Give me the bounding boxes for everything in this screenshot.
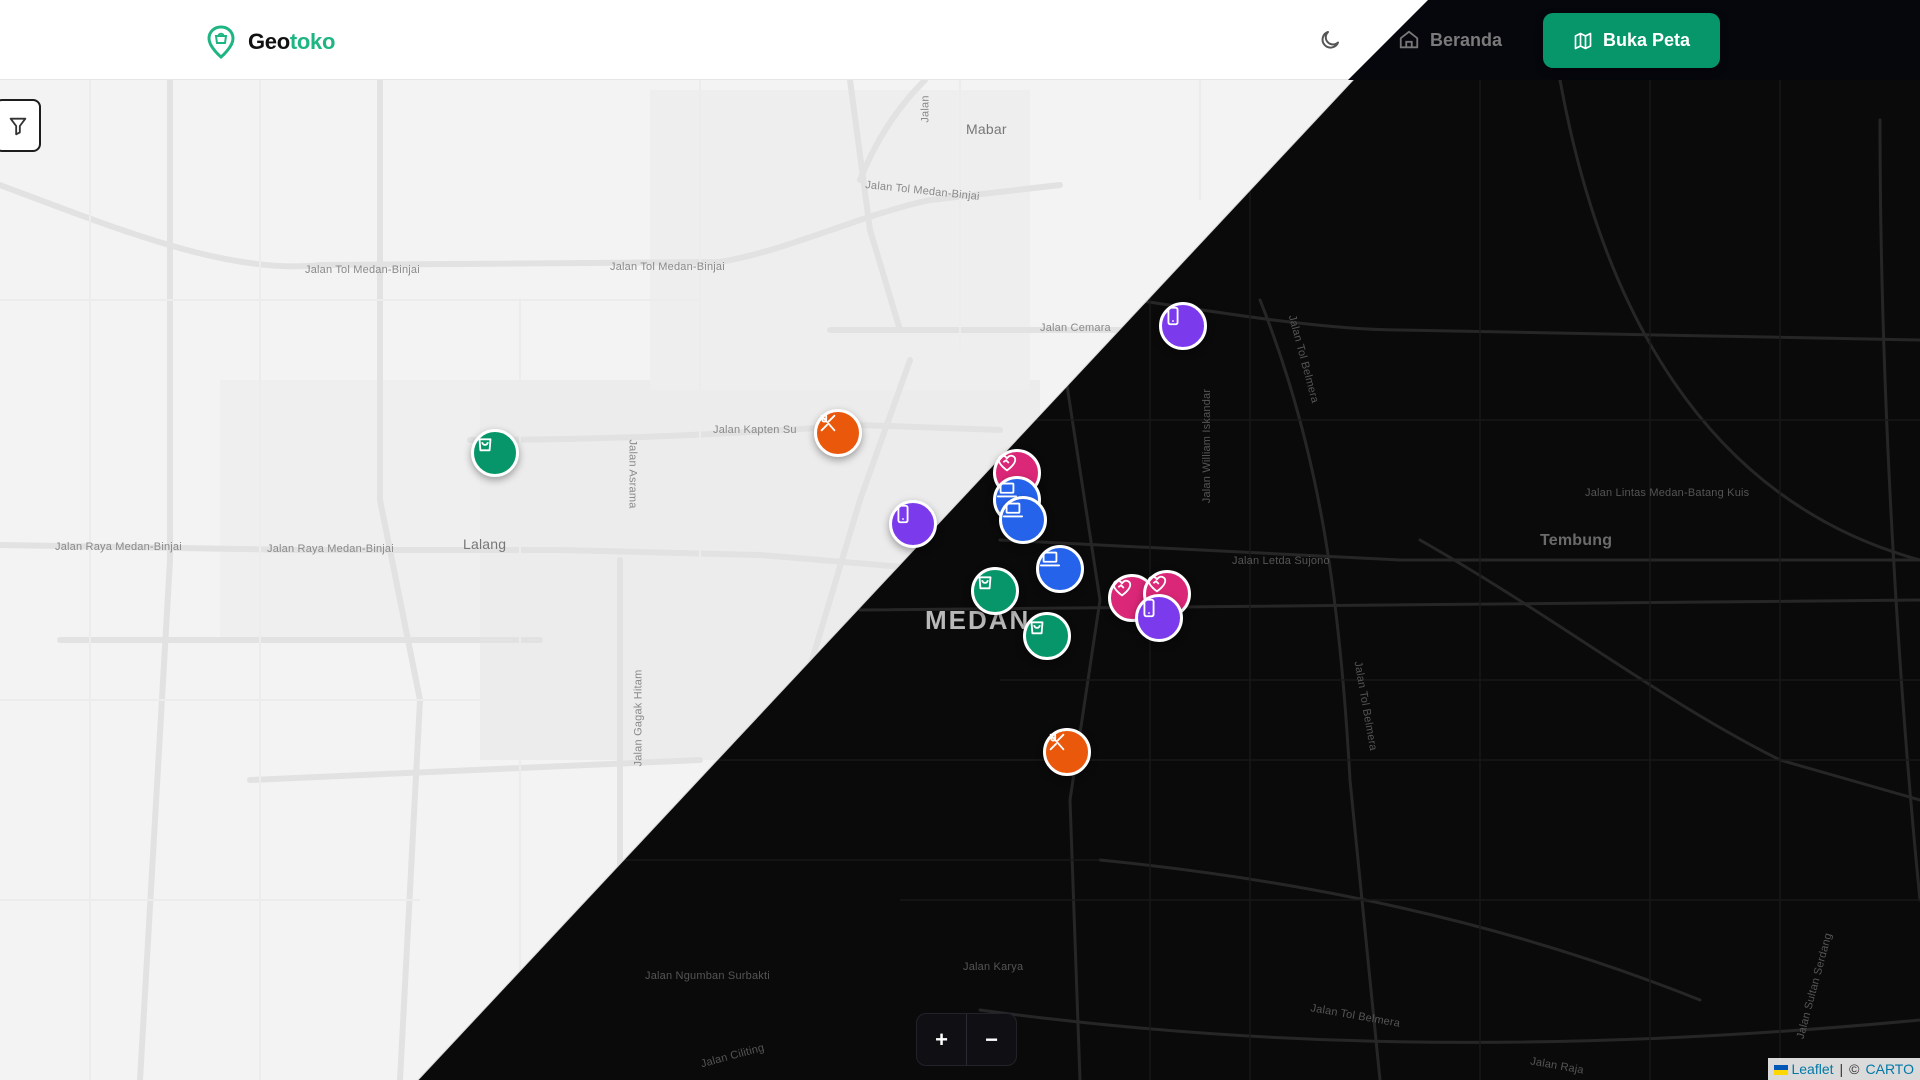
heart-handshake-icon	[1112, 579, 1132, 597]
laptop-icon	[1002, 502, 1024, 518]
brand[interactable]: Geotoko	[206, 25, 335, 59]
ukraine-flag-icon	[1774, 1065, 1789, 1076]
street-label: Jalan	[919, 95, 932, 123]
utensils-icon	[1049, 733, 1065, 751]
nav-home-label: Beranda	[1430, 29, 1503, 50]
street-label: Jalan Raya Medan-Binjai	[55, 541, 182, 553]
phone-store-marker[interactable]	[1159, 302, 1207, 350]
theme-toggle-button[interactable]	[1318, 28, 1342, 52]
smartphone-icon	[1167, 306, 1179, 326]
computer-store-marker[interactable]	[1036, 545, 1084, 593]
shop-store-marker[interactable]	[471, 429, 519, 477]
street-label: Jalan William Iskandar	[1201, 388, 1214, 504]
street-label: Jalan Letda Sujono	[1232, 555, 1330, 567]
street-label: Jalan Asrama	[626, 439, 639, 509]
phone-store-marker[interactable]	[1135, 594, 1183, 642]
map-canvas[interactable]: Mabar Lalang Tembung MEDAN Jalan Tol Med…	[0, 0, 1920, 1080]
computer-store-marker[interactable]	[999, 496, 1047, 544]
street-label: Jalan Gagak Hitam	[632, 669, 645, 767]
phone-store-marker[interactable]	[889, 500, 937, 548]
smartphone-icon	[897, 504, 909, 524]
place-label-tembung: Tembung	[1540, 532, 1613, 549]
street-label: Jalan Ngumban Surbakti	[645, 970, 770, 982]
filter-icon	[9, 117, 26, 135]
nav-home-link[interactable]: Beranda	[1398, 25, 1502, 55]
street-label: Jalan Cemara	[1040, 322, 1111, 334]
street-label: Jalan Raya Medan-Binjai	[267, 543, 394, 555]
shopping-bag-icon	[978, 576, 992, 590]
map-icon	[1574, 32, 1592, 49]
zoom-control: + −	[916, 1013, 1017, 1066]
place-label-medan: MEDAN	[925, 605, 1031, 635]
brand-name-part1: Geo	[248, 29, 290, 54]
leaflet-link[interactable]: Leaflet	[1774, 1061, 1834, 1077]
home-icon	[1399, 30, 1419, 49]
zoom-out-button[interactable]: −	[967, 1014, 1016, 1065]
food-store-marker[interactable]	[1043, 728, 1091, 776]
heart-handshake-icon	[997, 454, 1017, 472]
street-label: Jalan Kapten Su	[713, 424, 797, 436]
street-label: Jalan Lintas Medan-Batang Kuis	[1585, 487, 1750, 499]
street-label: Jalan Tol Medan-Binjai	[305, 264, 420, 276]
street-label: Jalan Tol Medan-Binjai	[610, 261, 725, 273]
leaflet-label: Leaflet	[1791, 1061, 1834, 1077]
place-label-mabar: Mabar	[966, 121, 1007, 137]
heart-handshake-icon	[1147, 575, 1167, 593]
map-pin-bag-icon	[207, 25, 235, 59]
map-attribution: Leaflet | © CARTO	[1768, 1058, 1920, 1080]
smartphone-icon	[1143, 598, 1155, 618]
open-map-button[interactable]: Buka Peta	[1543, 13, 1720, 68]
laptop-icon	[1039, 551, 1061, 567]
copyright-symbol: ©	[1849, 1061, 1860, 1077]
shop-store-marker[interactable]	[1023, 612, 1071, 660]
shop-store-marker[interactable]	[971, 567, 1019, 615]
street-label: Jalan Karya	[963, 961, 1024, 973]
shopping-bag-icon	[478, 438, 492, 452]
filter-button[interactable]	[0, 99, 41, 152]
zoom-in-button[interactable]: +	[917, 1014, 967, 1065]
open-map-label: Buka Peta	[1602, 30, 1691, 50]
place-label-lalang: Lalang	[463, 536, 507, 552]
moon-icon	[1321, 31, 1339, 49]
shopping-bag-icon	[1030, 621, 1044, 635]
brand-name-part2: toko	[289, 29, 336, 54]
food-store-marker[interactable]	[814, 409, 862, 457]
attribution-separator: |	[1839, 1061, 1844, 1077]
brand-name: Geotoko	[248, 29, 335, 55]
map-tiles	[0, 0, 1920, 1080]
utensils-icon	[820, 414, 836, 432]
carto-link[interactable]: CARTO	[1866, 1061, 1915, 1077]
